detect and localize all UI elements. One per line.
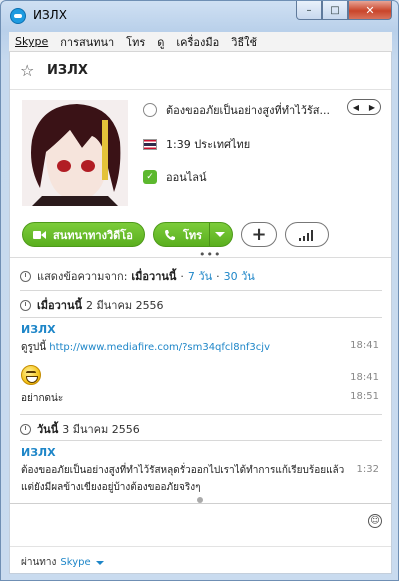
history-yesterday[interactable]: เมื่อวานนี้ [131,267,176,285]
header-divider [10,257,391,258]
send-via[interactable]: ผ่านทาง Skype [21,555,104,570]
local-time-row: 1:39 ประเทศไทย [143,135,250,153]
window-title: ИЗЛХ [33,8,67,22]
clock-icon [20,423,31,435]
avatar-image [22,100,128,206]
status-text: ออนไลน์ [166,171,207,184]
history-7-days-link[interactable]: 7 วัน [188,267,212,285]
video-camera-icon [33,230,46,239]
message-sender[interactable]: ИЗЛХ [21,323,56,336]
day-separator [20,290,382,291]
call-quality-button[interactable] [285,222,329,247]
footer-bar: ผ่านทาง Skype [10,546,391,574]
call-button[interactable]: โทร [153,222,233,247]
skype-logo-icon [10,8,26,24]
maximize-button[interactable]: □ [322,1,348,20]
message-input[interactable]: ☺ [10,503,391,539]
chevron-right-icon[interactable]: ▶ [369,103,375,112]
day-label: วันนี้ [37,423,59,436]
clock-icon [20,270,31,282]
day-date: 2 มีนาคม 2556 [86,299,164,312]
via-label: ผ่านทาง [21,557,57,568]
chevron-down-icon[interactable] [95,560,104,565]
signal-bars-icon [299,229,313,241]
menu-call[interactable]: โทร [126,33,145,51]
message-time: 18:41 [350,372,379,383]
mood-scroll-arrows[interactable]: ◀ ▶ [347,99,381,115]
call-options-chevron-down-icon[interactable] [215,232,225,237]
day-separator [20,317,382,318]
message-time: 18:41 [350,340,379,351]
menu-tools[interactable]: เครื่องมือ [176,33,219,51]
menu-bar: Skype การสนทนา โทร ดู เครื่องมือ วิธีใช้ [9,32,392,52]
history-30-days-link[interactable]: 30 วัน [224,267,255,285]
favorite-star-icon[interactable]: ☆ [20,61,34,80]
clock-icon [20,299,31,311]
message-sender[interactable]: ИЗЛХ [21,446,56,459]
menu-view[interactable]: ดู [157,33,164,51]
phone-icon [165,229,175,240]
video-call-label: สนทนาทางวิดีโอ [53,228,133,242]
call-label: โทร [183,228,203,242]
message-text: อย่ากดน่ะ [21,393,64,404]
contact-name: ИЗЛХ [47,63,88,78]
menu-conversation[interactable]: การสนทนา [60,33,114,51]
close-button[interactable]: ✕ [348,1,392,20]
day-separator [20,440,382,441]
message-prefix: ดูรูปนี้ [21,342,47,353]
message-text: ดูรูปนี้ http://www.mediafire.com/?sm34q… [21,340,270,355]
message-time: 18:51 [350,391,379,402]
via-selector[interactable]: Skype [60,557,90,568]
contact-profile: ต้องขออภัยเป็นอย่างสูงที่ทำไว้รัส... ◀ ▶… [10,91,391,216]
menu-skype[interactable]: Skype [15,35,48,48]
day-label: เมื่อวานนี้ [37,299,83,312]
panel-resize-handle[interactable]: ••• [199,248,221,261]
emoticon-picker-icon[interactable]: ☺ [368,514,382,528]
day-header-yesterday: เมื่อวานนี้ 2 มีนาคม 2556 [20,296,164,314]
thailand-flag-icon [143,138,157,150]
mood-bubble-icon [143,103,157,117]
chevron-left-icon[interactable]: ◀ [353,103,359,112]
day-date: 3 มีนาคม 2556 [62,423,140,436]
online-check-icon: ✓ [143,170,157,184]
day-header-today: วันนี้ 3 มีนาคม 2556 [20,420,140,438]
video-call-button[interactable]: สนทนาทางวิดีโอ [22,222,145,247]
mood-row: ต้องขออภัยเป็นอย่างสูงที่ทำไว้รัส... [143,101,349,119]
grin-emoticon-icon [21,365,41,385]
message-time: 1:32 [356,464,379,475]
conversation-header: ☆ ИЗЛХ [10,52,391,90]
menu-help[interactable]: วิธีใช้ [231,33,257,51]
add-participants-button[interactable]: + [241,222,277,247]
separator-dot: · [216,269,220,283]
skype-chat-window: ИЗЛХ – □ ✕ Skype การสนทนา โทร ดู เครื่อง… [0,0,399,581]
title-bar[interactable]: ИЗЛХ – □ ✕ [1,1,398,31]
local-time: 1:39 ประเทศไทย [166,138,251,151]
conversation-pane: ☆ ИЗЛХ ต้องขออภัยเป็นอย่างสูงที่ทำไว้รัส… [9,52,392,574]
message-text: ต้องขออภัยเป็นอย่างสูงที่ทำไว้รัสหลุดรั่… [21,465,345,493]
minimize-button[interactable]: – [296,1,322,20]
status-row: ✓ ออนไลน์ [143,168,207,186]
mood-message: ต้องขออภัยเป็นอย่างสูงที่ทำไว้รัส... [166,104,330,117]
call-split-divider [209,223,210,246]
avatar[interactable] [22,100,128,206]
message-link[interactable]: http://www.mediafire.com/?sm34qfcl8nf3cj… [49,342,270,353]
history-label: แสดงข้อความจาก: [37,270,128,283]
history-filter: แสดงข้อความจาก: เมื่อวานนี้ · 7 วัน · 30… [20,267,259,285]
day-separator [20,414,382,415]
window-controls: – □ ✕ [296,1,392,21]
separator-dot: · [180,269,184,283]
